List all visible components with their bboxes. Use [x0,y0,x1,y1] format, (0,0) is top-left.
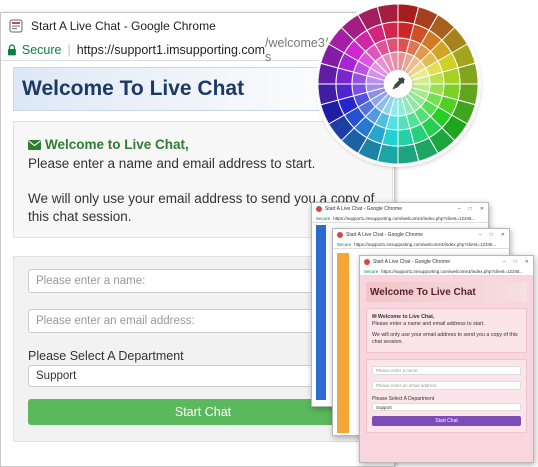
welcome-heading: Welcome to Live Chat, [28,136,378,154]
close-icon: ✕ [500,231,505,238]
thumbnail-department-select: Support [372,402,521,411]
page-favicon-icon [9,19,23,33]
thumbnail-url: https://support1.imsupporting.com/welcom… [354,241,497,247]
thumbnail-instruction: Please enter a name and email address to… [372,321,485,328]
maximize-icon: □ [513,258,517,265]
secure-label: Secure [316,215,331,221]
wheel-hub[interactable] [384,70,412,98]
banner-title: Welcome To Live Chat [22,77,245,100]
address-separator: | [67,42,71,57]
thumbnail-email-input: Please enter an email address [372,380,521,390]
thumbnail-title: Start A Live Chat - Google Chrome [325,205,402,212]
favicon-icon [364,258,370,265]
secure-label: Secure [364,268,379,274]
stage: Start A Live Chat - Google Chrome – Secu… [0,0,538,467]
thumbnail-banner-title: Welcome To Live Chat [366,282,527,302]
thumbnail-url: https://support1.imsupporting.com/welcom… [381,268,524,274]
thumbnail-info-panel: ✉ Welcome to Live Chat, Please enter a n… [366,308,527,353]
minimize-icon: – [502,258,506,265]
thumbnail-name-input: Please enter a name [372,365,521,375]
secure-label: Secure [21,42,62,57]
thumbnail-url: https://support1.imsupporting.com/welcom… [333,215,476,221]
favicon-icon [316,205,322,212]
secure-label: Secure [337,241,352,247]
envelope-icon [28,139,41,150]
close-icon: ✕ [524,258,529,265]
close-icon: ✕ [479,205,484,212]
maximize-icon: □ [468,205,472,212]
thumbnail-title: Start A Live Chat - Google Chrome [373,258,450,265]
thumbnail-page: Welcome To Live Chat ✉ Welcome to Live C… [360,276,533,462]
lock-icon [7,43,16,55]
thumbnail-title: Start A Live Chat - Google Chrome [346,231,423,238]
thumbnail-title-bar: Start A Live Chat - Google Chrome – □ ✕ [333,229,509,240]
url-host: https://support1.imsupporting.com [76,42,266,57]
thumbnail-address-bar: Secure https://support1.imsupporting.com… [333,240,509,249]
favicon-icon [337,231,343,238]
color-wheel[interactable] [318,4,478,164]
thumbnail-department-label: Please Select A Department [372,395,435,402]
thumbnail-controls: – □ ✕ [458,206,488,212]
minimize-icon: – [457,205,461,212]
eyedropper-icon [392,77,405,90]
theme-accent-strip [337,253,349,433]
thumbnail-controls: – □ ✕ [503,259,533,265]
minimize-icon: – [478,231,482,238]
thumbnail-controls: – □ ✕ [479,232,509,238]
thumbnail-title-bar: Start A Live Chat - Google Chrome – □ ✕ [312,203,488,214]
thumbnail-welcome: ✉ Welcome to Live Chat, [372,314,435,320]
window-title: Start A Live Chat - Google Chrome [31,19,216,33]
welcome-text: Welcome to Live Chat, [45,137,189,152]
thumbnail-email-usage: We will only use your email address to s… [372,332,518,346]
thumbnail-address-bar: Secure https://support1.imsupporting.com… [312,214,488,223]
maximize-icon: □ [489,231,493,238]
thumbnail-title-bar: Start A Live Chat - Google Chrome – □ ✕ [360,256,533,267]
instruction-text: Please enter a name and email address to… [28,155,316,171]
theme-accent-strip [316,225,326,400]
thumbnail-welcome-text: Welcome to Live Chat, [377,314,435,320]
thumbnail-start-button: Start Chat [372,415,521,426]
thumbnail-address-bar: Secure https://support1.imsupporting.com… [360,267,533,276]
thumbnail-form: Please enter a name Please enter an emai… [366,358,527,433]
thumbnail-window-pink: Start A Live Chat - Google Chrome – □ ✕ Se… [359,255,534,463]
